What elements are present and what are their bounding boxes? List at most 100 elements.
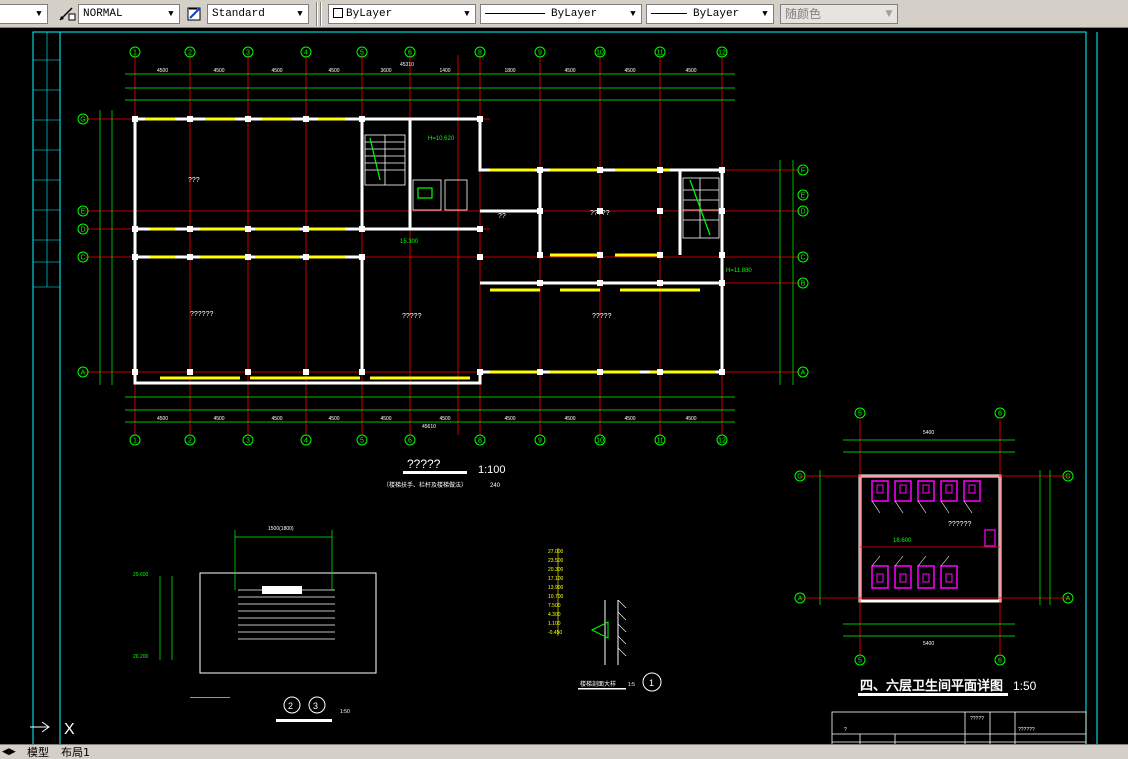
column	[657, 167, 663, 173]
axis-label: 6	[998, 411, 1002, 418]
axis-label: 12	[718, 50, 726, 57]
column	[597, 167, 603, 173]
room-label: ?????	[590, 210, 610, 217]
axis-label: 9	[538, 438, 542, 445]
room-label: ??????	[190, 311, 213, 318]
tab-layout1[interactable]: 布局1	[58, 746, 93, 759]
wall-level-text: 4.300	[548, 612, 561, 618]
column	[477, 254, 483, 260]
dimension-text: 4500	[564, 416, 575, 422]
column	[359, 369, 365, 375]
toilet-total-dim-bottom: 5400	[923, 641, 934, 647]
linetype-value: ByLayer	[551, 8, 598, 20]
axis-label: 6	[998, 658, 1002, 665]
column	[303, 369, 309, 375]
plan-scale: 1:100	[478, 464, 506, 476]
wall-level-text: 17.100	[548, 576, 564, 582]
axis-label: 5	[858, 411, 862, 418]
axis-label: G	[1065, 474, 1070, 481]
text-style-value: Standard	[212, 8, 265, 20]
axis-label: 10	[596, 50, 604, 57]
chevron-down-icon: ▼	[168, 9, 174, 19]
axis-label: E	[801, 193, 806, 200]
dimension-style-icon[interactable]	[58, 5, 76, 23]
axis-label: G	[797, 474, 802, 481]
dimension-text: 4500	[564, 68, 575, 74]
stair-detail-number: 2	[288, 701, 293, 711]
column	[132, 116, 138, 122]
elevation-label: H=11.880	[726, 268, 752, 274]
lineweight-dropdown[interactable]: ByLayer ▼	[646, 4, 774, 24]
axis-label: 4	[304, 438, 308, 445]
column	[657, 280, 663, 286]
dimension-text: 4500	[624, 416, 635, 422]
column	[719, 280, 725, 286]
color-dropdown[interactable]: ByLayer ▼	[328, 4, 476, 24]
wall-level-text: 1.100	[548, 621, 561, 627]
tab-model[interactable]: 模型	[24, 746, 52, 759]
prev-style-dropdown[interactable]: ▼	[0, 4, 48, 24]
column	[245, 254, 251, 260]
stair-detail-scale: 1:50	[340, 709, 350, 715]
axis-label: 4	[304, 50, 308, 57]
dimension-text: 1800	[504, 68, 515, 74]
column	[597, 252, 603, 258]
tab-nav-arrows-icon[interactable]: ◀▶	[2, 746, 16, 759]
axis-label: 6	[408, 438, 412, 445]
text-style-icon[interactable]	[186, 5, 204, 23]
dimension-text: 4500	[271, 68, 282, 74]
toilet-title-underline	[858, 693, 1008, 696]
column	[359, 116, 365, 122]
chevron-down-icon: ▼	[297, 9, 303, 19]
total-dim-top: 45310	[400, 62, 414, 68]
axis-label: 10	[596, 438, 604, 445]
column	[303, 226, 309, 232]
title-block-text: ??????	[1018, 727, 1035, 733]
linetype-dropdown[interactable]: ByLayer ▼	[480, 4, 642, 24]
chevron-down-icon: ▼	[630, 9, 636, 19]
plan-note-code: 240	[490, 483, 501, 489]
column	[719, 208, 725, 214]
dimension-text: 4500	[380, 416, 391, 422]
axis-label: F	[801, 168, 805, 175]
column	[597, 369, 603, 375]
dimension-text: 1400	[439, 68, 450, 74]
column	[245, 226, 251, 232]
chevron-down-icon: ▼	[885, 9, 893, 19]
dimension-style-dropdown[interactable]: NORMAL ▼	[78, 4, 180, 24]
column	[719, 369, 725, 375]
color-value: ByLayer	[346, 8, 393, 20]
column	[132, 226, 138, 232]
properties-toolbar: ▼ NORMAL ▼ Standard ▼ ByLayer ▼ ByLayer ▼ By…	[0, 0, 1128, 28]
plan-title: ?????	[407, 457, 441, 471]
axis-label: E	[81, 209, 86, 216]
axis-label: 2	[188, 438, 192, 445]
toilet-room-label: ??????	[948, 521, 971, 528]
toilet-total-dim: 5400	[923, 430, 934, 436]
axis-label: 9	[538, 50, 542, 57]
column	[719, 252, 725, 258]
text-style-dropdown[interactable]: Standard ▼	[207, 4, 309, 24]
room-label: ??	[498, 213, 506, 220]
toilet-title: 四、六层卫生间平面详图	[860, 678, 1003, 693]
stair-width-label: 1500(1800)	[268, 526, 294, 532]
chevron-down-icon: ▼	[762, 9, 768, 19]
elevation-label: H=10.620	[428, 136, 455, 142]
dimension-text: 4500	[271, 416, 282, 422]
toolbar-separator	[320, 2, 322, 26]
drawing-canvas[interactable]: 4500 4500 4500 4500 3600 1400 1800 4500 4500 4500…	[0, 28, 1128, 744]
column	[537, 369, 543, 375]
axis-label: 11	[656, 50, 663, 57]
stair-dim: 26.200	[133, 654, 149, 660]
wall-level-text: 7.500	[548, 603, 561, 609]
wall-level-text: 20.300	[548, 567, 564, 573]
dimension-text: 4500	[685, 68, 696, 74]
column	[245, 116, 251, 122]
axis-label: B	[801, 281, 806, 288]
wall-level-text: 10.700	[548, 594, 564, 600]
room-label: ?????	[592, 313, 612, 320]
axis-label: 5	[858, 658, 862, 665]
wall-detail-label: 楼梯剖面大样	[580, 680, 616, 688]
axis-label: G	[80, 117, 85, 124]
column	[477, 116, 483, 122]
